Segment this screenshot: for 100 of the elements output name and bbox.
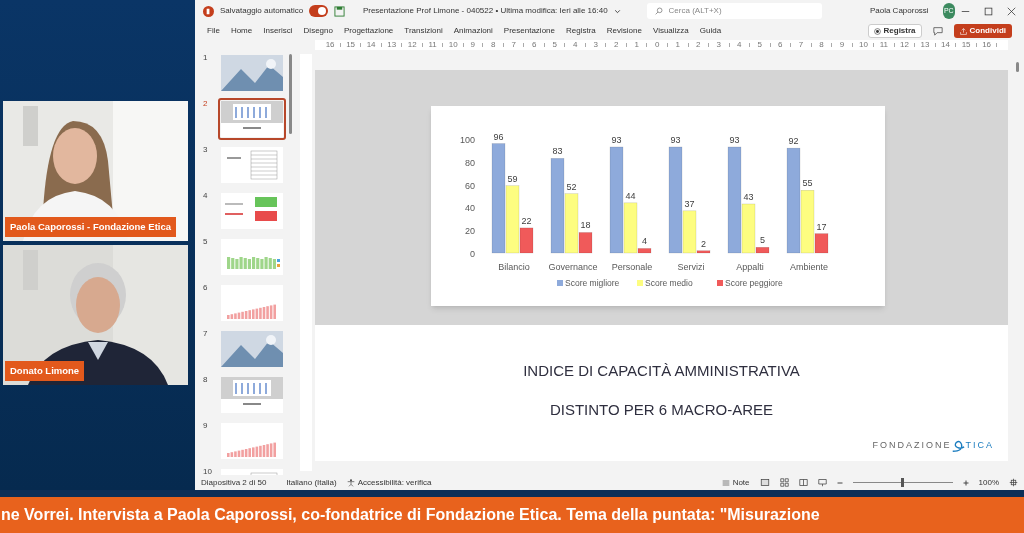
category-label: Ambiente bbox=[790, 262, 828, 272]
category-label: Servizi bbox=[677, 262, 705, 272]
search-icon bbox=[654, 7, 663, 15]
slide-number: 8 bbox=[203, 374, 209, 386]
menu-tab[interactable]: Revisione bbox=[606, 25, 642, 37]
category-label: Governance bbox=[548, 262, 598, 272]
ruler-number: 1 bbox=[675, 41, 680, 49]
ruler-number: 2 bbox=[614, 41, 619, 49]
category-label: Bilancio bbox=[498, 262, 530, 272]
menu-tab[interactable]: Progettazione bbox=[343, 25, 394, 37]
category-label: Appalti bbox=[736, 262, 764, 272]
data-label: 44 bbox=[625, 190, 636, 201]
record-icon bbox=[873, 27, 881, 35]
chevron-down-icon bbox=[613, 7, 621, 15]
data-label: 4 bbox=[642, 236, 647, 247]
data-label: 37 bbox=[684, 198, 695, 209]
data-label: 59 bbox=[507, 173, 518, 184]
menu-tab[interactable]: Guida bbox=[699, 25, 722, 37]
ruler-number: 6 bbox=[778, 41, 783, 49]
axis-tick-label: 20 bbox=[465, 226, 475, 237]
slide-number: 6 bbox=[203, 282, 209, 294]
legend-swatch bbox=[717, 280, 723, 286]
zoom-reading: 100% bbox=[978, 476, 999, 489]
minus-icon bbox=[836, 479, 843, 486]
search-input[interactable]: Cerca (ALT+X) bbox=[668, 5, 814, 17]
data-label: 92 bbox=[788, 136, 799, 147]
slide-title: DISTINTO PER 6 MACRO-AREE bbox=[549, 399, 774, 420]
slide-number: 1 bbox=[203, 52, 209, 64]
data-label: 55 bbox=[802, 178, 813, 189]
notes-icon bbox=[721, 478, 730, 487]
menu-tab[interactable]: File bbox=[207, 25, 220, 37]
category-label: Personale bbox=[611, 262, 653, 272]
maximize-icon bbox=[984, 6, 993, 16]
ticker-text: ne Vorrei. Intervista a Paola Caporossi, co-fondatrice di Fondazione Etica. Tema della puntata: "Misurazione bbox=[0, 505, 820, 525]
axis-tick-label: 40 bbox=[465, 203, 475, 214]
autosave-label: Salvataggio automatico bbox=[220, 5, 304, 17]
data-label: 52 bbox=[566, 181, 577, 192]
menu-tab[interactable]: Presentazione bbox=[503, 25, 555, 37]
legend-label: Score medio bbox=[645, 278, 693, 288]
slide-number: 2 bbox=[203, 98, 209, 110]
slide-number: 5 bbox=[203, 236, 209, 248]
ruler-number: 5 bbox=[552, 41, 557, 49]
data-label: 18 bbox=[580, 220, 591, 231]
speaker-name: Paola Caporossi - Fondazione Etica bbox=[5, 216, 176, 237]
menu-tab[interactable]: Animazioni bbox=[453, 25, 493, 37]
ruler-number: 8 bbox=[819, 41, 824, 49]
legend-label: Score peggiore bbox=[725, 278, 783, 288]
legend-label: Score migliore bbox=[565, 278, 620, 288]
menu-tab[interactable]: Home bbox=[230, 25, 253, 37]
data-label: 83 bbox=[552, 146, 563, 157]
menu-tab[interactable]: Inserisci bbox=[263, 25, 293, 37]
language: Italiano (Italia) bbox=[286, 476, 337, 489]
save-icon bbox=[333, 5, 345, 17]
ruler-number: 2 bbox=[696, 41, 701, 49]
ruler-number: 4 bbox=[572, 41, 578, 49]
ruler-number: 0 bbox=[655, 41, 660, 49]
ruler-number: 7 bbox=[511, 41, 516, 49]
presenter-view-icon bbox=[817, 478, 827, 487]
ruler-number: 1 bbox=[634, 41, 639, 49]
slide-position: Diapositiva 2 di 50 bbox=[201, 476, 267, 489]
ruler-number: 11 bbox=[428, 41, 437, 49]
menu-tab[interactable]: Disegno bbox=[303, 25, 333, 37]
share-button[interactable]: Condividi bbox=[953, 24, 1012, 38]
notes-button[interactable]: Note bbox=[732, 476, 750, 489]
slide-number: 3 bbox=[203, 144, 209, 156]
data-label: 22 bbox=[521, 215, 532, 226]
data-label: 43 bbox=[743, 192, 754, 202]
accessibility-status[interactable]: Accessibilità: verifica bbox=[357, 476, 432, 489]
share-icon bbox=[959, 27, 967, 35]
data-label: 5 bbox=[760, 235, 765, 246]
slide-number: 10 bbox=[203, 466, 213, 475]
grid-view-icon bbox=[779, 478, 789, 487]
ruler-number: 11 bbox=[879, 41, 889, 49]
normal-view-icon bbox=[759, 478, 770, 487]
menu-tab[interactable]: Transizioni bbox=[404, 25, 443, 37]
slide-number: 4 bbox=[203, 190, 209, 202]
legend-swatch bbox=[557, 280, 563, 286]
search-field[interactable]: Cerca (ALT+X) bbox=[646, 3, 822, 19]
comment-icon bbox=[932, 26, 943, 36]
ruler-number: 3 bbox=[716, 41, 721, 49]
logo-text: TICA bbox=[965, 439, 994, 453]
close-icon bbox=[1007, 6, 1016, 16]
ruler-number: 10 bbox=[859, 41, 868, 49]
app-logo-icon bbox=[203, 5, 214, 17]
menu-tab[interactable]: Visualizza bbox=[652, 25, 689, 37]
ruler-number: 4 bbox=[737, 41, 742, 49]
record-button[interactable]: Registra bbox=[867, 24, 922, 38]
menu-tab[interactable]: Registra bbox=[566, 25, 596, 37]
axis-tick-label: 80 bbox=[465, 157, 475, 168]
data-label: 93 bbox=[611, 135, 622, 145]
data-label: 96 bbox=[493, 131, 504, 142]
zoom-thumb[interactable] bbox=[901, 478, 905, 487]
ruler-number: 12 bbox=[407, 41, 417, 49]
autosave-toggle[interactable] bbox=[309, 5, 328, 17]
ruler-number: 13 bbox=[920, 41, 930, 49]
data-label: 17 bbox=[816, 221, 827, 232]
scrollbar[interactable] bbox=[289, 54, 292, 134]
user-name: Paola Caporossi bbox=[869, 5, 929, 17]
ruler-number: 3 bbox=[593, 41, 598, 49]
data-label: 93 bbox=[729, 135, 740, 145]
